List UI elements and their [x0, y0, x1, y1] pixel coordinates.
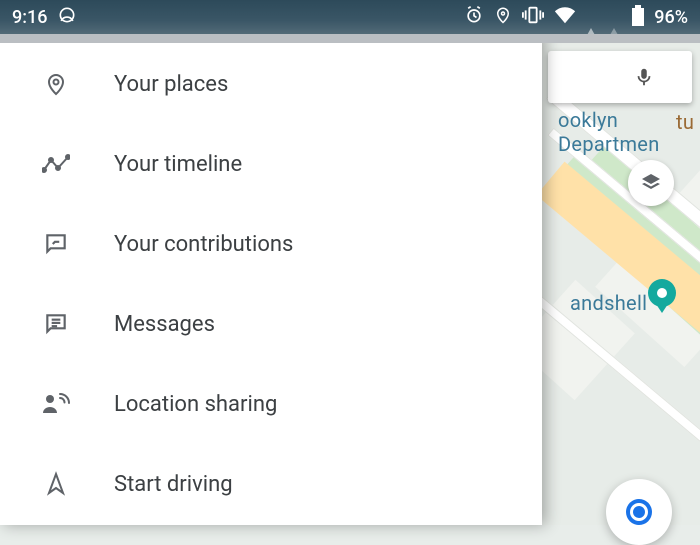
wifi-icon — [554, 6, 576, 29]
menu-your-timeline[interactable]: Your timeline — [0, 124, 542, 204]
messages-icon — [42, 310, 70, 338]
cell-signal-icon — [586, 7, 596, 28]
menu-item-label: Messages — [114, 312, 215, 337]
location-share-icon — [42, 390, 70, 418]
menu-start-driving[interactable]: Start driving — [0, 444, 542, 524]
battery-icon — [632, 8, 644, 26]
menu-your-places[interactable]: Your places — [0, 44, 542, 124]
status-time: 9:16 — [12, 7, 47, 28]
vibrate-icon — [522, 5, 544, 30]
map-poi-pin-icon[interactable] — [648, 279, 676, 307]
alarm-icon — [464, 5, 484, 30]
location-status-icon — [494, 5, 512, 30]
nav-drawer: Your places Your timeline Your contribut… — [0, 34, 542, 525]
status-bar: 9:16 96% — [0, 0, 700, 34]
cell-signal-icon — [606, 7, 622, 28]
search-bar[interactable] — [548, 51, 692, 103]
layers-button[interactable] — [628, 160, 674, 206]
layers-icon — [639, 171, 663, 195]
menu-item-label: Your contributions — [114, 232, 293, 257]
menu-messages[interactable]: Messages — [0, 284, 542, 364]
place-pin-icon — [42, 70, 70, 98]
my-location-button[interactable] — [606, 479, 672, 545]
map-poi-label: tu — [676, 110, 694, 134]
timeline-icon — [42, 150, 70, 178]
navigate-arrow-icon — [42, 470, 70, 498]
menu-location-sharing[interactable]: Location sharing — [0, 364, 542, 444]
map-poi-label: andshell — [570, 291, 647, 315]
my-location-icon — [633, 506, 645, 518]
mic-icon[interactable] — [630, 63, 658, 91]
menu-item-label: Your places — [114, 72, 228, 97]
battery-percent: 96% — [654, 7, 688, 28]
weather-icon — [57, 5, 77, 30]
menu-item-label: Your timeline — [114, 152, 242, 177]
menu-contributions[interactable]: Your contributions — [0, 204, 542, 284]
write-review-icon — [42, 230, 70, 258]
menu-item-label: Location sharing — [114, 392, 277, 417]
menu-item-label: Start driving — [114, 472, 233, 497]
